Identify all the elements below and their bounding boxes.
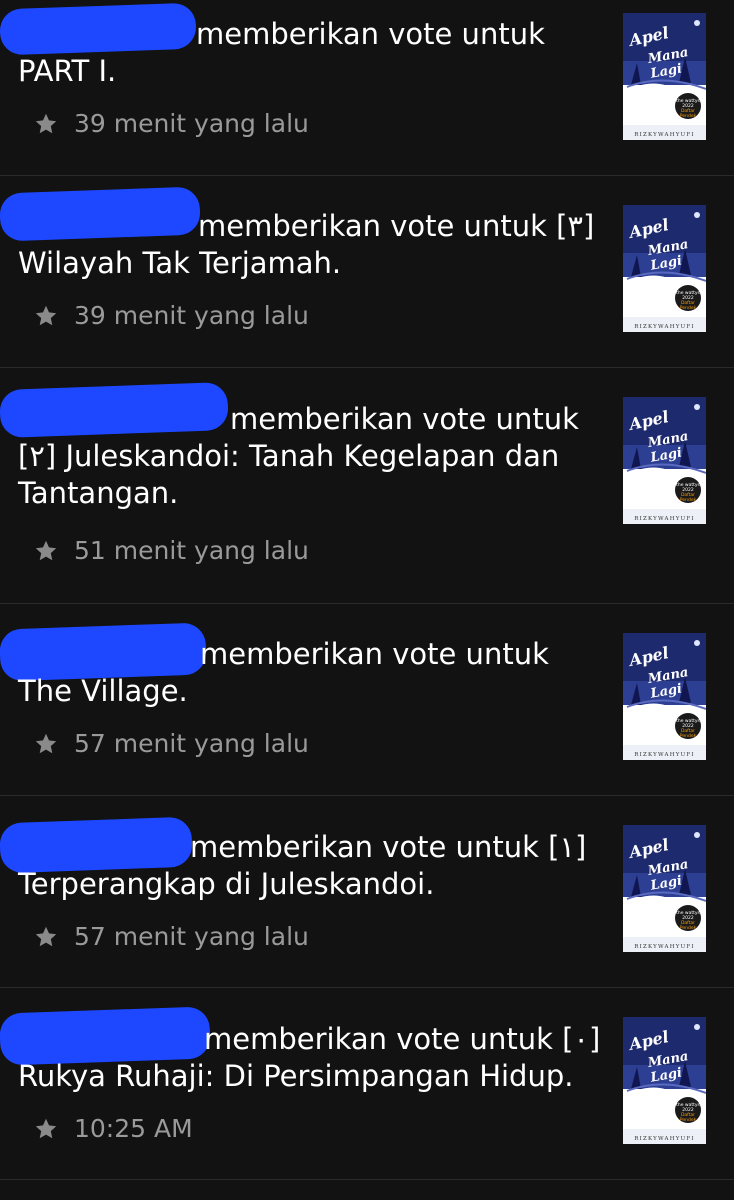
star-icon — [35, 540, 57, 560]
action-text: memberikan vote untuk — [198, 209, 557, 243]
timestamp-row: 57 menit yang lalu — [34, 922, 309, 951]
notification-text: memberikan vote untuk [١] Terperangkap d… — [18, 829, 608, 903]
wattys-badge: the wattys 2022 Daftar Pendek — [675, 285, 701, 311]
cover-author: RIZKYWAHYUFI — [634, 1136, 695, 1142]
notification-text: memberikan vote untuk [٠] Rukya Ruhaji: … — [18, 1021, 608, 1095]
action-text: memberikan vote untuk — [196, 17, 545, 51]
story-cover[interactable]: Apel Mana Lagi the wattys 2022 Daftar Pen… — [623, 1017, 706, 1144]
story-cover[interactable]: Apel Mana Lagi the wattys 2022 Daftar Pen… — [623, 633, 706, 760]
timestamp-row: 10:25 AM — [34, 1114, 193, 1143]
story-cover[interactable]: Apel Mana Lagi the wattys 2022 Daftar Pen… — [623, 397, 706, 524]
list-item[interactable]: memberikan vote untuk [٠] Rukya Ruhaji: … — [0, 988, 734, 1180]
list-item[interactable]: memberikan vote untuk [٢] Juleskandoi: T… — [0, 368, 734, 604]
story-title[interactable]: [٢] Juleskandoi: Tanah Kegelapan dan Tan… — [18, 439, 559, 510]
action-text: memberikan vote untuk — [230, 402, 579, 436]
wattys-badge: the wattys 2022 Daftar Pendek — [675, 905, 701, 931]
action-text: memberikan vote untuk — [204, 1022, 563, 1056]
timestamp-row: 51 menit yang lalu — [34, 536, 309, 565]
wattys-badge: the wattys 2022 Daftar Pendek — [675, 1097, 701, 1123]
star-icon — [35, 1118, 57, 1138]
story-title[interactable]: PART I. — [18, 54, 116, 88]
notification-text: memberikan vote untuk [٢] Juleskandoi: T… — [18, 401, 608, 512]
star-icon — [35, 926, 57, 946]
star-icon — [35, 113, 57, 133]
timestamp: 57 menit yang lalu — [74, 729, 309, 758]
notification-text: memberikan vote untuk PART I. — [18, 16, 608, 90]
list-item[interactable]: memberikan vote untuk The Village. 57 me… — [0, 604, 734, 796]
cover-author: RIZKYWAHYUFI — [634, 944, 695, 950]
timestamp-row: 39 menit yang lalu — [34, 301, 309, 330]
timestamp: 39 menit yang lalu — [74, 301, 309, 330]
timestamp: 57 menit yang lalu — [74, 922, 309, 951]
action-text: memberikan vote untuk — [200, 637, 549, 671]
notification-text: memberikan vote untuk [٣] Wilayah Tak Te… — [18, 208, 608, 282]
wattys-badge: the wattys 2022 Daftar Pendek — [675, 93, 701, 119]
timestamp-row: 57 menit yang lalu — [34, 729, 309, 758]
timestamp: 39 menit yang lalu — [74, 109, 309, 138]
list-item[interactable]: memberikan vote untuk [٣] Wilayah Tak Te… — [0, 176, 734, 368]
story-title[interactable]: The Village. — [18, 674, 188, 708]
story-cover[interactable]: Apel Mana Lagi the wattys 2022 Daftar Pen… — [623, 13, 706, 140]
star-icon — [35, 733, 57, 753]
timestamp: 51 menit yang lalu — [74, 536, 309, 565]
timestamp: 10:25 AM — [74, 1114, 193, 1143]
notification-text: memberikan vote untuk The Village. — [18, 636, 608, 710]
action-text: memberikan vote untuk — [190, 830, 549, 864]
story-cover[interactable]: Apel Mana Lagi the wattys 2022 Daftar Pen… — [623, 205, 706, 332]
timestamp-row: 39 menit yang lalu — [34, 109, 309, 138]
cover-author: RIZKYWAHYUFI — [634, 132, 695, 138]
wattys-badge: the wattys 2022 Daftar Pendek — [675, 477, 701, 503]
cover-author: RIZKYWAHYUFI — [634, 324, 695, 330]
list-item[interactable]: memberikan vote untuk PART I. 39 menit y… — [0, 0, 734, 176]
star-icon — [35, 305, 57, 325]
wattys-badge: the wattys 2022 Daftar Pendek — [675, 713, 701, 739]
story-cover[interactable]: Apel Mana Lagi the wattys 2022 Daftar Pen… — [623, 825, 706, 952]
list-item[interactable]: memberikan vote untuk [١] Terperangkap d… — [0, 796, 734, 988]
cover-author: RIZKYWAHYUFI — [634, 752, 695, 758]
cover-author: RIZKYWAHYUFI — [634, 516, 695, 522]
